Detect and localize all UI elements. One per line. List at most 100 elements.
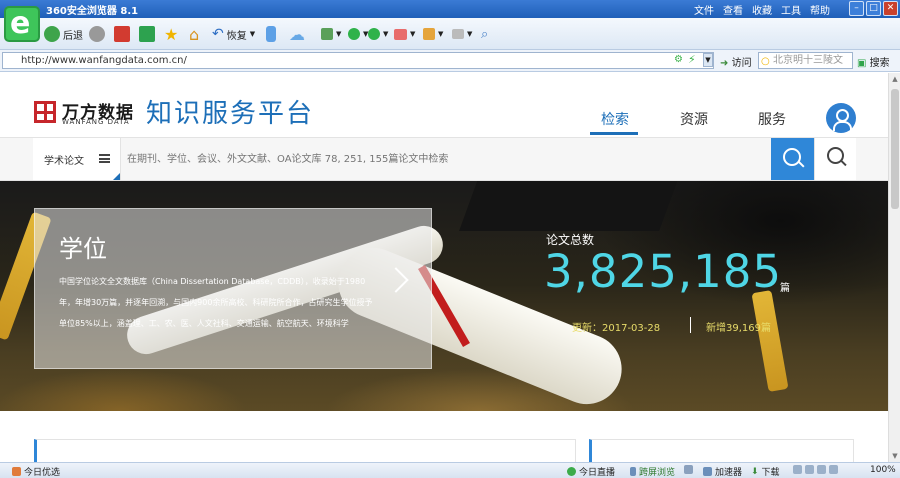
today-picks-label: 今日优选 <box>24 468 61 478</box>
hero-banner: 学位 中国学位论文全文数据库（China Dissertation Databa… <box>0 181 888 411</box>
site-header: 万方数据 WANFANG DATA 知识服务平台 检索 资源 服务 <box>0 73 888 137</box>
magnifier-icon: ⌕ <box>481 26 489 42</box>
search-input[interactable] <box>121 138 771 180</box>
menu-help[interactable]: 帮助 <box>810 2 830 17</box>
accelerator-icon <box>703 467 712 476</box>
database-info-card[interactable]: 学位 中国学位论文全文数据库（China Dissertation Databa… <box>34 208 432 369</box>
zoom-level[interactable]: 100% <box>870 465 896 475</box>
menu-bar: 文件 查看 收藏 工具 帮助 <box>694 2 830 17</box>
vertical-scrollbar[interactable]: ▲ ▼ <box>888 73 900 462</box>
search-type-label: 学术论文 <box>44 156 84 167</box>
undo-icon: ↶ <box>212 26 224 42</box>
refresh-button[interactable] <box>139 24 155 44</box>
tools-button[interactable]: ▼ <box>423 24 443 44</box>
play-icon <box>567 467 576 476</box>
refresh-icon <box>139 26 155 42</box>
nav-services[interactable]: 服务 <box>758 109 786 129</box>
guard-button[interactable]: ▼ <box>368 24 388 44</box>
apps-button[interactable]: ▼ <box>321 24 341 44</box>
new-papers-count: 新增39,169篇 <box>706 323 771 334</box>
url-dropdown-button[interactable]: ▼ <box>703 53 713 67</box>
zoom-icon[interactable] <box>829 465 838 474</box>
accelerator-button[interactable]: 加速器 <box>703 465 742 478</box>
restore-button[interactable]: ↶ 恢复 ▼ <box>212 24 255 44</box>
window-icon[interactable] <box>805 465 814 474</box>
today-picks[interactable]: 今日优选 <box>12 465 60 478</box>
search-go-icon: ▣ <box>857 58 867 69</box>
home-icon: ⌂ <box>189 24 200 44</box>
minimize-button[interactable]: – <box>849 1 864 16</box>
apps-grid-icon <box>321 28 333 40</box>
scroll-up-icon[interactable]: ▲ <box>891 75 899 83</box>
menu-tools[interactable]: 工具 <box>781 2 801 17</box>
download-label: 下载 <box>761 468 780 478</box>
browser-search-input[interactable]: ○ 北京明十三陵文 <box>758 52 853 69</box>
live-button[interactable]: 今日直播 <box>567 465 615 478</box>
speed-icon: ⚡ <box>688 53 696 66</box>
window-title: 360安全浏览器 8.1 <box>46 6 139 17</box>
chevron-down-icon: ▼ <box>383 30 389 38</box>
address-bar: ⚙ ⚡ ▼ ➜ 访问 ○ 北京明十三陵文 ▣ 搜索 <box>0 50 900 72</box>
cloud-icon: ☁ <box>289 24 305 44</box>
advanced-search-button[interactable] <box>814 138 856 180</box>
status-bar: 今日优选 今日直播 跨屏浏览 加速器 ⬇ 下载 100% <box>0 462 900 478</box>
settings-icon[interactable] <box>793 465 802 474</box>
screenshot-button[interactable]: ▼ <box>452 24 472 44</box>
search-engine-icon: ○ <box>761 56 770 67</box>
url-input[interactable] <box>2 52 714 69</box>
shield-icon <box>348 28 360 40</box>
download-icon: ⬇ <box>751 466 759 477</box>
translate-icon <box>394 28 407 40</box>
cross-screen-label: 跨屏浏览 <box>639 468 676 478</box>
speaker-icon[interactable] <box>817 465 826 474</box>
stat-divider <box>690 317 691 333</box>
stop-button[interactable] <box>114 24 130 44</box>
content-card-left <box>34 439 576 462</box>
user-avatar[interactable] <box>826 103 856 133</box>
nav-search[interactable]: 检索 <box>601 109 629 129</box>
browser-search-button[interactable]: ▣ 搜索 <box>857 54 890 69</box>
wanfang-logo-icon[interactable] <box>34 101 56 123</box>
menu-view[interactable]: 查看 <box>723 2 743 17</box>
search-button[interactable] <box>771 138 814 180</box>
back-button[interactable]: 后退 <box>44 24 83 44</box>
cross-screen-button[interactable]: 跨屏浏览 <box>630 465 675 478</box>
guard-icon <box>368 28 380 40</box>
favorites-button[interactable]: ★ <box>164 24 178 44</box>
browser-toolbar: 后退 ★ ⌂ ↶ 恢复 ▼ ☁ ▼ ▼ ▼ ▼ ▼ ▼ ⌕ <box>0 18 900 50</box>
visit-label: 访问 <box>731 58 752 69</box>
maximize-button[interactable]: □ <box>866 1 881 16</box>
update-date: 更新：2017-03-28 <box>572 323 661 334</box>
cloud-button[interactable]: ☁ <box>289 24 305 44</box>
scrollbar-thumb[interactable] <box>891 89 899 209</box>
scroll-down-icon[interactable]: ▼ <box>891 452 899 460</box>
status-tools[interactable] <box>684 465 693 474</box>
chevron-down-icon: ▼ <box>249 30 256 38</box>
forward-button[interactable] <box>89 24 105 44</box>
visit-button[interactable]: ➜ 访问 <box>720 54 752 69</box>
phone-button[interactable] <box>266 24 276 44</box>
search-row: 学术论文 <box>0 137 888 181</box>
safe-button[interactable]: ▼ <box>348 24 368 44</box>
menu-file[interactable]: 文件 <box>694 2 714 17</box>
total-papers-count: 3,825,185 <box>544 245 783 298</box>
menu-favorites[interactable]: 收藏 <box>752 2 772 17</box>
status-icons <box>793 465 838 474</box>
visit-icon: ➜ <box>720 58 729 69</box>
search-type-selector[interactable]: 学术论文 <box>33 138 121 180</box>
security-icon: ⚙ <box>674 54 683 65</box>
chevron-right-icon[interactable] <box>383 267 409 293</box>
translate-button[interactable]: ▼ <box>394 24 415 44</box>
download-button[interactable]: ⬇ 下载 <box>751 465 780 478</box>
database-description: 中国学位论文全文数据库（China Dissertation Database，… <box>59 277 373 328</box>
total-papers-unit: 篇 <box>780 283 790 294</box>
content-card-right <box>589 439 854 462</box>
nav-resources[interactable]: 资源 <box>680 109 708 129</box>
close-button[interactable]: ✕ <box>883 1 898 16</box>
zoom-button[interactable]: ⌕ <box>481 24 488 44</box>
home-button[interactable]: ⌂ <box>189 24 199 44</box>
browser-search-placeholder: 北京明十三陵文 <box>773 55 843 66</box>
platform-title: 知识服务平台 <box>146 99 315 129</box>
title-bar: 360安全浏览器 8.1 文件 查看 收藏 工具 帮助 – □ ✕ <box>0 0 900 18</box>
back-arrow-icon <box>44 26 60 42</box>
